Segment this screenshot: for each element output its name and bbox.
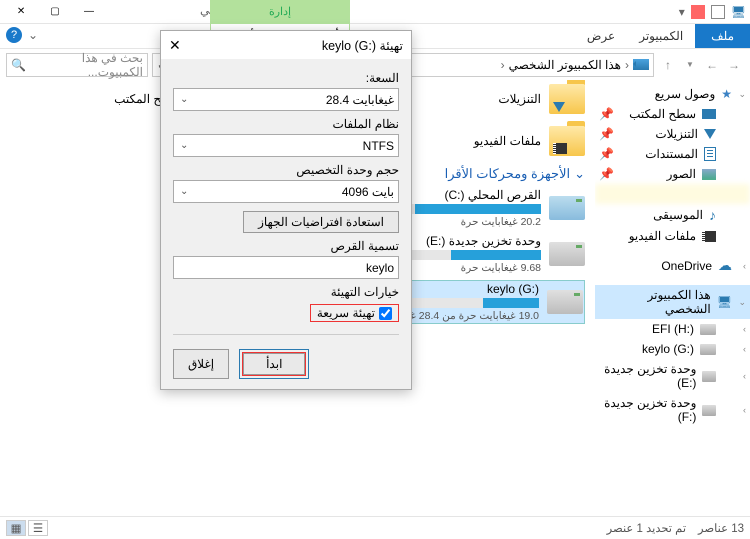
minimize-button[interactable]: — (72, 1, 106, 23)
ribbon-tab-view[interactable]: عرض (575, 24, 627, 48)
sidebar-item-blurred[interactable] (595, 184, 750, 204)
quick-format-highlight: تهيئة سريعة (310, 304, 399, 322)
sidebar-item-efi[interactable]: ›EFI (H:) (595, 319, 750, 339)
sidebar-item-quickaccess[interactable]: ⌄★وصول سريع (595, 84, 750, 104)
alloc-label: حجم وحدة التخصيص (173, 163, 399, 177)
capacity-select[interactable]: ⌄28.4 غيغابايت (173, 88, 399, 111)
view-details-icon[interactable]: ☰ (28, 520, 48, 536)
status-count: 13 عناصر (698, 521, 744, 535)
qat-btn-2[interactable] (691, 5, 705, 19)
sidebar-item-newvolF[interactable]: ›وحدة تخزين جديدة (:F) (595, 393, 750, 427)
volume-label: تسمية القرص (173, 239, 399, 253)
dialog-title: تهيئة (:keylo (G (322, 38, 403, 53)
sidebar-item-desktop[interactable]: سطح المكتب📌 (595, 104, 750, 124)
nav-back-icon[interactable]: → (724, 55, 744, 75)
sidebar-item-music[interactable]: ♪الموسيقى (595, 204, 750, 226)
folder-downloads[interactable]: التنزيلات (435, 84, 585, 114)
ribbon-expand-icon[interactable]: ⌄ (28, 28, 38, 42)
quick-format-checkbox[interactable] (379, 307, 392, 320)
fs-label: نظام الملفات (173, 117, 399, 131)
volume-input[interactable]: keylo (173, 256, 399, 279)
sidebar-item-documents[interactable]: المستندات📌 (595, 144, 750, 164)
breadcrumb-text: هذا الكمبيوتر الشخصي (509, 58, 621, 72)
search-icon: 🔍 (11, 58, 26, 72)
alloc-select[interactable]: ⌄4096 بايت (173, 180, 399, 203)
pc-icon (633, 59, 649, 70)
statusbar: 13 عناصر تم تحديد 1 عنصر ☰ ▦ (0, 516, 750, 539)
qat-overflow[interactable]: ▾ (679, 5, 685, 19)
ribbon-context-label: إدارة (210, 0, 350, 24)
status-selected: تم تحديد 1 عنصر (607, 521, 686, 535)
dialog-close-icon[interactable]: ✕ (169, 37, 181, 54)
start-button-highlight: ابدأ (239, 349, 309, 379)
nav-sidebar: ⌄★وصول سريع سطح المكتب📌 التنزيلات📌 المست… (595, 80, 750, 516)
nav-up-icon[interactable]: ↑ (658, 55, 678, 75)
folder-videos[interactable]: ملفات الفيديو (435, 126, 585, 156)
close-button[interactable]: ✕ (4, 1, 38, 23)
nav-forward-icon[interactable]: ← (702, 55, 722, 75)
search-input[interactable]: بحث في هذا الكمبيوت... 🔍 (6, 53, 148, 77)
window-titlebar: 🖥 ▾ هذا الكمبيوتر الشخصي — ▢ ✕ (0, 0, 750, 24)
options-label: خيارات التهيئة (173, 285, 399, 299)
qat-btn-1[interactable] (711, 5, 725, 19)
sidebar-item-pictures[interactable]: الصور📌 (595, 164, 750, 184)
app-icon: 🖥 (731, 5, 746, 19)
format-dialog: تهيئة (:keylo (G ✕ السعة: ⌄28.4 غيغابايت… (160, 30, 412, 390)
nav-recent-icon[interactable]: ▼ (680, 55, 700, 75)
close-dialog-button[interactable]: إغلاق (173, 349, 229, 379)
sidebar-item-onedrive[interactable]: ›☁OneDrive (595, 254, 750, 277)
restore-defaults-button[interactable]: استعادة افتراضيات الجهاز (243, 211, 399, 233)
ribbon-tab-file[interactable]: ملف (695, 24, 750, 48)
maximize-button[interactable]: ▢ (38, 1, 72, 23)
fs-select[interactable]: ⌄NTFS (173, 134, 399, 157)
sidebar-item-videos[interactable]: ملفات الفيديو (595, 226, 750, 246)
view-large-icon[interactable]: ▦ (6, 520, 26, 536)
search-placeholder: بحث في هذا الكمبيوت... (30, 51, 143, 79)
sidebar-item-thispc[interactable]: ⌄🖥هذا الكمبيوتر الشخصي (595, 285, 750, 319)
capacity-label: السعة: (173, 71, 399, 85)
quick-format-label: تهيئة سريعة (317, 306, 375, 320)
ribbon-tab-computer[interactable]: الكمبيوتر (627, 24, 695, 48)
start-button[interactable]: ابدأ (243, 353, 305, 375)
sidebar-item-downloads[interactable]: التنزيلات📌 (595, 124, 750, 144)
help-icon[interactable]: ? (6, 27, 22, 43)
sidebar-item-keylo[interactable]: ›keylo (G:) (595, 339, 750, 359)
sidebar-item-newvolE[interactable]: ›وحدة تخزين جديدة (:E) (595, 359, 750, 393)
